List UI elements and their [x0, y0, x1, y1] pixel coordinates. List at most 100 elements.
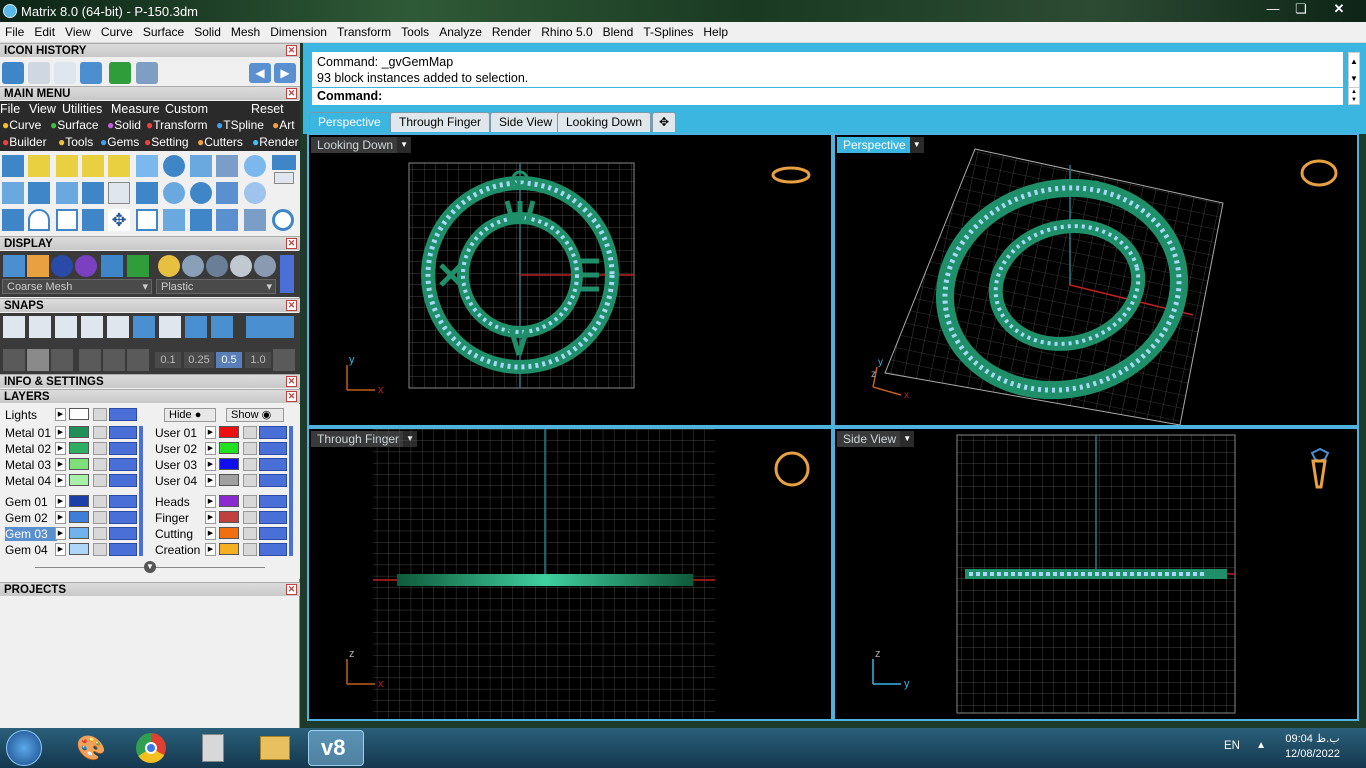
layer-color-swatch[interactable]: [69, 474, 89, 486]
menu-dimension[interactable]: Dimension: [265, 25, 332, 39]
play-icon[interactable]: ▶: [205, 474, 216, 487]
play-icon[interactable]: ▶: [205, 426, 216, 439]
command-input[interactable]: Command:: [312, 87, 1343, 105]
mm-view[interactable]: View: [29, 101, 56, 117]
layers-scrollbar-right[interactable]: [289, 426, 293, 556]
close-icon[interactable]: ✕: [286, 584, 297, 595]
display-tool-icon[interactable]: [182, 255, 204, 277]
display-tool-icon[interactable]: [206, 255, 228, 277]
menu-curve[interactable]: Curve: [96, 25, 138, 39]
display-tool-icon[interactable]: [101, 255, 123, 277]
menu-help[interactable]: Help: [698, 25, 733, 39]
tab-side-view[interactable]: Side View: [490, 112, 562, 132]
tool-icon[interactable]: [216, 209, 238, 231]
viewport-perspective[interactable]: Perspective ▼ y z x: [833, 133, 1359, 427]
layer-row[interactable]: Gem 03 ▶: [5, 527, 140, 542]
layer-color-swatch[interactable]: [219, 527, 239, 539]
light-bulb-icon[interactable]: [109, 408, 137, 421]
calculator-icon[interactable]: [186, 730, 242, 766]
play-icon[interactable]: ▶: [205, 495, 216, 508]
visibility-icon[interactable]: [109, 474, 137, 487]
layers-scrollbar-left[interactable]: [139, 426, 143, 556]
mm-render[interactable]: ●Render: [252, 134, 299, 151]
clock[interactable]: 09:04 ب.ظ 12/08/2022: [1285, 732, 1340, 762]
visibility-icon[interactable]: [259, 511, 287, 524]
play-icon[interactable]: ▶: [55, 495, 66, 508]
lock-icon[interactable]: [243, 543, 257, 556]
display-tool-icon[interactable]: [3, 255, 25, 277]
menu-mesh[interactable]: Mesh: [226, 25, 265, 39]
close-icon[interactable]: ✕: [286, 238, 297, 249]
show-button[interactable]: Show ◉: [226, 408, 284, 422]
material-select[interactable]: Plastic ▾: [156, 279, 276, 294]
visibility-icon[interactable]: [259, 458, 287, 471]
tool-icon[interactable]: [136, 209, 158, 231]
display-tool-icon[interactable]: [230, 255, 252, 277]
add-tab-icon[interactable]: ✥: [652, 112, 677, 132]
layer-color-swatch[interactable]: [69, 458, 89, 470]
visibility-icon[interactable]: [109, 527, 137, 540]
menu-surface[interactable]: Surface: [138, 25, 189, 39]
menu-transform[interactable]: Transform: [332, 25, 396, 39]
play-icon[interactable]: ▶: [55, 408, 66, 421]
lock-icon[interactable]: [93, 426, 107, 439]
close-icon[interactable]: ✕: [286, 300, 297, 311]
visibility-icon[interactable]: [109, 458, 137, 471]
mm-art[interactable]: ●Art: [272, 117, 295, 134]
layer-color-swatch[interactable]: [219, 511, 239, 523]
play-icon[interactable]: ▶: [55, 426, 66, 439]
lock-icon[interactable]: [243, 474, 257, 487]
tool-icon[interactable]: [56, 182, 78, 204]
ortho-icon[interactable]: [51, 349, 73, 371]
layer-color-swatch[interactable]: [69, 442, 89, 454]
menu-blend[interactable]: Blend: [598, 25, 639, 39]
lock-icon[interactable]: [93, 474, 107, 487]
snap-project-icon[interactable]: [246, 316, 294, 338]
tool-icon[interactable]: [28, 209, 50, 231]
tool-icon[interactable]: [2, 209, 24, 231]
lock-icon[interactable]: [243, 511, 257, 524]
layer-row[interactable]: Gem 01 ▶: [5, 495, 140, 510]
mm-measure[interactable]: Measure: [111, 101, 160, 117]
viewport-looking-down[interactable]: Looking Down ▼ y x: [307, 133, 833, 427]
snap-mid-icon[interactable]: [81, 316, 103, 338]
layer-color-swatch[interactable]: [69, 511, 89, 523]
mm-tools[interactable]: ●Tools: [58, 134, 93, 151]
lock-icon[interactable]: [93, 495, 107, 508]
layer-row[interactable]: Cutting ▶: [155, 527, 290, 542]
tool-icon[interactable]: [190, 155, 212, 177]
snap-perp-icon[interactable]: [159, 316, 181, 338]
tool-icon[interactable]: [216, 155, 238, 177]
tool-icon[interactable]: [163, 155, 185, 177]
planar-icon[interactable]: [27, 349, 49, 371]
play-icon[interactable]: ▶: [205, 442, 216, 455]
lights-swatch[interactable]: [69, 408, 89, 420]
mm-solid[interactable]: ●Solid: [107, 117, 141, 134]
tool-icon[interactable]: [28, 182, 50, 204]
tool-icon[interactable]: [136, 182, 158, 204]
lock-icon[interactable]: [93, 511, 107, 524]
history-tool-6[interactable]: [136, 62, 158, 84]
tool-icon[interactable]: [136, 155, 158, 177]
snap-value-2[interactable]: 0.5: [216, 352, 242, 368]
file-explorer-icon[interactable]: [248, 730, 304, 766]
play-icon[interactable]: ▶: [205, 458, 216, 471]
layer-row[interactable]: Metal 03 ▶: [5, 458, 140, 473]
close-icon[interactable]: ✕: [286, 88, 297, 99]
mm-curve[interactable]: ●Curve: [2, 117, 41, 134]
visibility-icon[interactable]: [259, 426, 287, 439]
display-tool-icon[interactable]: [75, 255, 97, 277]
visibility-icon[interactable]: [109, 543, 137, 556]
tool-icon[interactable]: [274, 172, 294, 184]
visibility-icon[interactable]: [259, 442, 287, 455]
mm-custom[interactable]: Custom: [165, 101, 208, 117]
menu-solid[interactable]: Solid: [189, 25, 226, 39]
grid-icon[interactable]: [79, 349, 101, 371]
play-icon[interactable]: ▶: [205, 527, 216, 540]
snap-end-icon[interactable]: [3, 316, 25, 338]
close-button[interactable]: ✕: [1326, 0, 1352, 18]
mm-transform[interactable]: ●Transform: [146, 117, 207, 134]
layer-row[interactable]: Gem 02 ▶: [5, 511, 140, 526]
tool-icon[interactable]: [272, 155, 296, 170]
layer-row[interactable]: User 04 ▶: [155, 474, 290, 489]
